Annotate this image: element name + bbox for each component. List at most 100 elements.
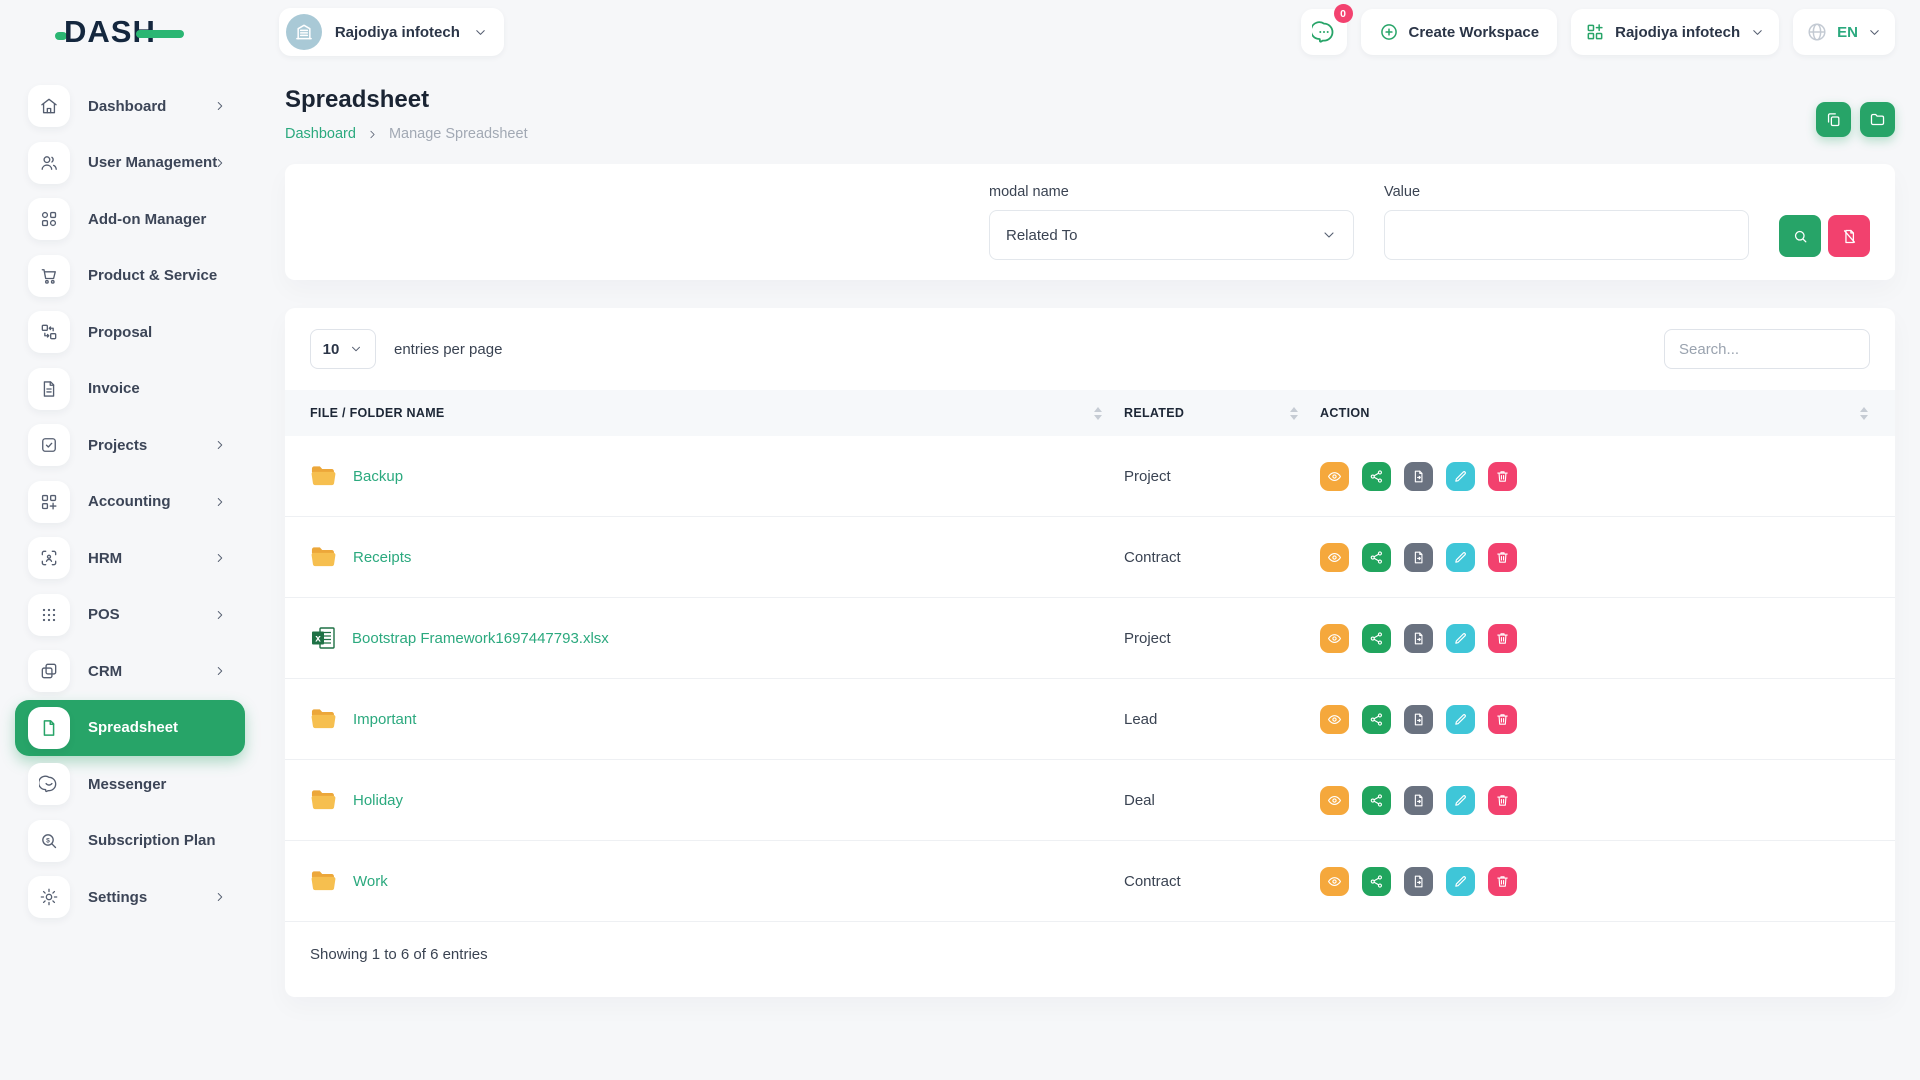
column-header-action[interactable]: ACTION: [1320, 406, 1870, 420]
delete-button[interactable]: [1488, 624, 1517, 653]
sidebar-item-messenger[interactable]: Messenger: [15, 756, 245, 813]
column-header-related[interactable]: RELATED: [1124, 406, 1320, 420]
language-code: EN: [1837, 24, 1858, 41]
eye-icon: [1327, 550, 1342, 565]
page-title: Spreadsheet: [285, 86, 528, 114]
view-button[interactable]: [1320, 462, 1349, 491]
sidebar-item-crm[interactable]: CRM: [15, 643, 245, 700]
related-to-select[interactable]: Related To: [989, 210, 1354, 260]
sidebar-item-spreadsheet[interactable]: Spreadsheet: [15, 700, 245, 757]
copy-file-button[interactable]: [1404, 786, 1433, 815]
share-icon: [1369, 469, 1384, 484]
view-button[interactable]: [1320, 786, 1349, 815]
create-folder-button[interactable]: [1860, 102, 1895, 137]
edit-button[interactable]: [1446, 624, 1475, 653]
delete-button[interactable]: [1488, 462, 1517, 491]
filter-search-button[interactable]: [1779, 215, 1821, 257]
delete-button[interactable]: [1488, 786, 1517, 815]
view-button[interactable]: [1320, 705, 1349, 734]
sidebar-item-proposal[interactable]: Proposal: [15, 304, 245, 361]
sidebar-item-accounting[interactable]: Accounting: [15, 474, 245, 531]
invoice-file-icon: [28, 368, 70, 410]
chevron-right-icon: [213, 156, 227, 170]
edit-button[interactable]: [1446, 543, 1475, 572]
share-button[interactable]: [1362, 462, 1391, 491]
eye-icon: [1327, 874, 1342, 889]
share-button[interactable]: [1362, 543, 1391, 572]
copy-file-button[interactable]: [1404, 705, 1433, 734]
copy-file-button[interactable]: [1404, 462, 1433, 491]
trash-icon: [1495, 712, 1510, 727]
chevron-down-icon: [349, 342, 363, 356]
pos-dots-icon: [28, 594, 70, 636]
filter-reset-button[interactable]: [1828, 215, 1870, 257]
delete-button[interactable]: [1488, 705, 1517, 734]
share-button[interactable]: [1362, 624, 1391, 653]
building-icon: [294, 22, 314, 42]
pencil-icon: [1453, 712, 1468, 727]
file-export-icon: [1411, 874, 1426, 889]
file-link[interactable]: Bootstrap Framework1697447793.xlsx: [352, 630, 609, 647]
copy-file-button[interactable]: [1404, 867, 1433, 896]
spreadsheet-table-card: 10 entries per page FILE / FOLDER NAME R…: [285, 308, 1895, 997]
trash-icon: [1495, 550, 1510, 565]
file-link[interactable]: Important: [353, 711, 416, 728]
file-link[interactable]: Receipts: [353, 549, 411, 566]
delete-button[interactable]: [1488, 543, 1517, 572]
create-workspace-button[interactable]: Create Workspace: [1361, 9, 1558, 55]
table-search-input[interactable]: [1664, 329, 1870, 369]
view-button[interactable]: [1320, 543, 1349, 572]
view-button[interactable]: [1320, 867, 1349, 896]
share-button[interactable]: [1362, 786, 1391, 815]
sort-icon: [1094, 407, 1102, 420]
svg-text:$: $: [46, 837, 50, 844]
sidebar-item-settings[interactable]: Settings: [15, 869, 245, 926]
edit-button[interactable]: [1446, 462, 1475, 491]
share-icon: [1369, 712, 1384, 727]
workspace-switcher[interactable]: Rajodiya infotech: [279, 8, 504, 56]
sidebar-item-user-management[interactable]: User Management: [15, 135, 245, 192]
sidebar-item-addon-manager[interactable]: Add-on Manager: [15, 191, 245, 248]
sidebar-item-product-service[interactable]: Product & Service: [15, 248, 245, 305]
page-size-value: 10: [323, 341, 340, 358]
file-link[interactable]: Backup: [353, 468, 403, 485]
column-header-file-folder-name[interactable]: FILE / FOLDER NAME: [310, 406, 1124, 420]
copy-file-button[interactable]: [1404, 624, 1433, 653]
edit-button[interactable]: [1446, 786, 1475, 815]
share-button[interactable]: [1362, 705, 1391, 734]
value-input[interactable]: [1384, 210, 1749, 260]
sidebar-item-invoice[interactable]: Invoice: [15, 361, 245, 418]
chevron-right-icon: [213, 551, 227, 565]
language-menu[interactable]: EN: [1793, 9, 1895, 55]
create-file-button[interactable]: [1816, 102, 1851, 137]
messages-button[interactable]: 0: [1301, 9, 1347, 55]
breadcrumb-separator-icon: [366, 128, 379, 141]
sidebar-item-projects[interactable]: Projects: [15, 417, 245, 474]
edit-button[interactable]: [1446, 867, 1475, 896]
sidebar-item-pos[interactable]: POS: [15, 587, 245, 644]
edit-button[interactable]: [1446, 705, 1475, 734]
grid-plus-icon: [1585, 22, 1605, 42]
sidebar-item-subscription-plan[interactable]: $ Subscription Plan: [15, 813, 245, 870]
chevron-down-icon: [1750, 25, 1765, 40]
breadcrumb-dashboard-link[interactable]: Dashboard: [285, 126, 356, 142]
page-size-select[interactable]: 10: [310, 329, 376, 369]
delete-button[interactable]: [1488, 867, 1517, 896]
copy-file-button[interactable]: [1404, 543, 1433, 572]
share-button[interactable]: [1362, 867, 1391, 896]
share-icon: [1369, 874, 1384, 889]
chevron-right-icon: [213, 664, 227, 678]
sidebar-item-hrm[interactable]: HRM: [15, 530, 245, 587]
related-cell: Contract: [1124, 873, 1320, 890]
related-to-selected-value: Related To: [1006, 227, 1077, 244]
breadcrumb: Dashboard Manage Spreadsheet: [285, 126, 528, 142]
chevron-right-icon: [213, 608, 227, 622]
file-link[interactable]: Work: [353, 873, 388, 890]
folder-icon: [310, 546, 337, 568]
sidebar-item-dashboard[interactable]: Dashboard: [15, 78, 245, 135]
table-row: Receipts Contract: [285, 517, 1895, 598]
file-link[interactable]: Holiday: [353, 792, 403, 809]
messenger-chat-icon: [28, 763, 70, 805]
view-button[interactable]: [1320, 624, 1349, 653]
account-menu[interactable]: Rajodiya infotech: [1571, 9, 1779, 55]
